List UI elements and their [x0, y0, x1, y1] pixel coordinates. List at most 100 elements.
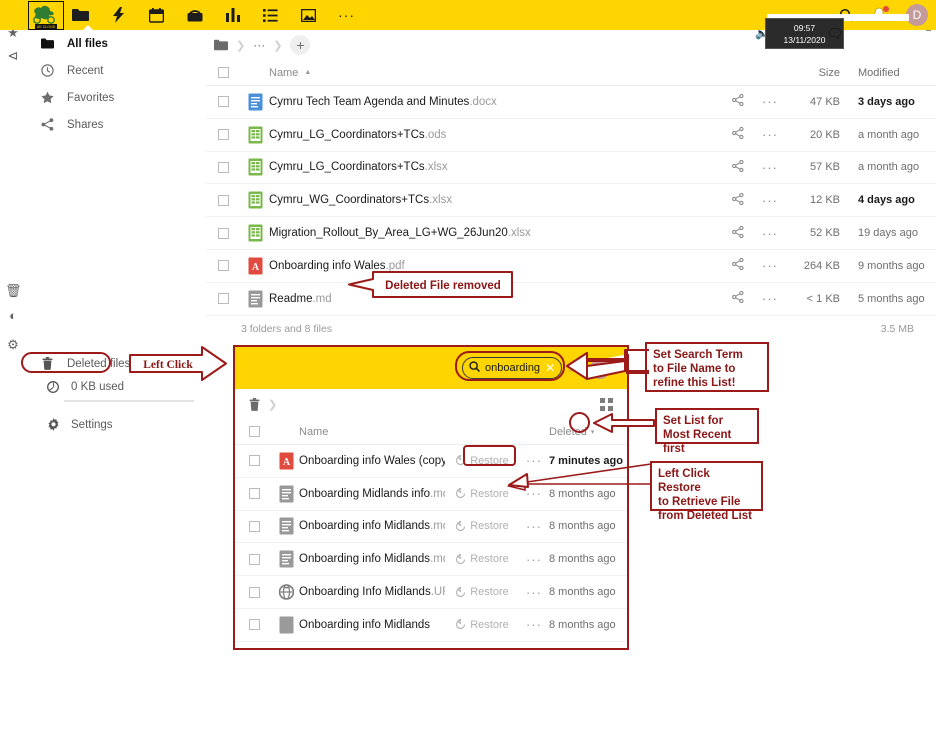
- home-icon[interactable]: [214, 39, 228, 51]
- folder-file-count: 3 folders and 8 files: [241, 322, 333, 335]
- sidebar-item-shares[interactable]: Shares: [26, 111, 206, 138]
- row-actions-icon[interactable]: ···: [754, 127, 786, 142]
- table-row[interactable]: Cymru_LG_Coordinators+TCs .ods ··· 20 KB a m…: [206, 119, 936, 152]
- file-name[interactable]: Cymru Tech Team Agenda and Minutes .docx: [269, 96, 722, 108]
- table-row[interactable]: A Onboarding info Wales .pdf ··· 264 KB 9 mon…: [206, 250, 936, 283]
- file-type-icon: [273, 550, 299, 568]
- file-name[interactable]: Cymru_LG_Coordinators+TCs .xlsx: [269, 161, 722, 173]
- share-icon[interactable]: [722, 225, 754, 241]
- table-row[interactable]: Onboarding info Midlands.md Restore ···8 m…: [235, 543, 627, 577]
- row-actions-icon[interactable]: ···: [754, 226, 786, 241]
- star-icon: [40, 91, 54, 105]
- select-all-checkbox[interactable]: [206, 67, 241, 78]
- row-checkbox[interactable]: [206, 96, 241, 108]
- tasks-icon[interactable]: [262, 7, 279, 24]
- more-apps-icon[interactable]: ···: [338, 7, 355, 24]
- file-name[interactable]: Cymru_WG_Coordinators+TCs .xlsx: [269, 194, 722, 206]
- file-name[interactable]: Onboarding Midlands info.md: [299, 488, 445, 500]
- breadcrumb-ellipsis[interactable]: ···: [253, 38, 265, 52]
- callout-line-2: Most Recent first: [663, 429, 732, 455]
- sidebar-item-all-files[interactable]: All files: [26, 30, 206, 57]
- share-icon[interactable]: [722, 192, 754, 208]
- analytics-icon[interactable]: [224, 7, 241, 24]
- file-name[interactable]: Cymru_LG_Coordinators+TCs .ods: [269, 129, 722, 141]
- share-icon[interactable]: [722, 127, 754, 142]
- select-all-checkbox[interactable]: [235, 426, 273, 437]
- file-name[interactable]: Onboarding info Midlands.md: [299, 553, 445, 565]
- new-item-button[interactable]: +: [290, 35, 311, 55]
- notification-badge: [883, 6, 889, 12]
- avatar[interactable]: D: [906, 4, 928, 26]
- row-checkbox[interactable]: [235, 520, 273, 532]
- file-name[interactable]: Onboarding Info Midlands.URL: [299, 586, 445, 598]
- share-icon[interactable]: [722, 159, 754, 175]
- brand-logo[interactable]: UK CLOUD: [28, 1, 64, 30]
- table-row[interactable]: Cymru Tech Team Agenda and Minutes .docx ·…: [206, 86, 936, 119]
- restore-button[interactable]: Restore: [445, 619, 519, 631]
- file-type-icon: [241, 93, 269, 111]
- row-actions-icon[interactable]: ···: [519, 552, 549, 567]
- table-row[interactable]: Onboarding info Midlands Restore ··· 8 mont…: [235, 609, 627, 642]
- sidebar-item-settings[interactable]: Settings: [26, 411, 206, 438]
- highlight-sort-toggle: [569, 412, 590, 433]
- restore-button[interactable]: Restore: [445, 520, 519, 532]
- file-size: < 1 KB: [806, 292, 840, 305]
- row-checkbox[interactable]: [206, 227, 241, 239]
- photos-icon[interactable]: [300, 7, 317, 24]
- row-checkbox[interactable]: [206, 161, 241, 173]
- row-actions-icon[interactable]: ···: [519, 585, 549, 600]
- file-name[interactable]: Onboarding info Wales (copy).pdf: [299, 455, 445, 467]
- row-actions-icon[interactable]: ···: [754, 193, 786, 208]
- row-checkbox[interactable]: [206, 293, 241, 305]
- restore-label: Restore: [470, 553, 509, 566]
- column-header-name[interactable]: Name: [273, 426, 445, 438]
- table-row[interactable]: Readme .md ··· < 1 KB 5 months ago: [206, 283, 936, 316]
- file-name[interactable]: Migration_Rollout_By_Area_LG+WG_26Jun20.…: [269, 227, 722, 239]
- table-row[interactable]: Cymru_WG_Coordinators+TCs .xlsx ··· 12 KB 4 …: [206, 184, 936, 218]
- row-checkbox[interactable]: [206, 194, 241, 206]
- row-checkbox[interactable]: [206, 129, 241, 141]
- table-row[interactable]: Onboarding Info Midlands.URL Restore ···8 …: [235, 576, 627, 609]
- app-switcher: ···: [72, 0, 355, 30]
- column-header-modified[interactable]: Modified: [848, 67, 936, 79]
- file-type-icon: [273, 485, 299, 503]
- activity-icon[interactable]: [110, 7, 127, 24]
- row-actions-icon[interactable]: ···: [754, 258, 786, 273]
- table-row[interactable]: Migration_Rollout_By_Area_LG+WG_26Jun20.…: [206, 217, 936, 250]
- row-checkbox[interactable]: [235, 586, 273, 598]
- file-extension: .xlsx: [429, 194, 453, 207]
- file-modified: a month ago: [858, 128, 920, 141]
- column-header-name[interactable]: Name ▲: [241, 67, 722, 79]
- row-actions-icon[interactable]: ···: [754, 94, 786, 109]
- sidebar-item-recent[interactable]: Recent: [26, 57, 206, 84]
- row-checkbox[interactable]: [235, 553, 273, 565]
- share-icon[interactable]: [722, 291, 754, 306]
- calendar-icon[interactable]: [148, 7, 165, 24]
- row-actions-icon[interactable]: ···: [519, 519, 549, 534]
- row-checkbox[interactable]: [235, 619, 273, 631]
- column-header-size[interactable]: Size: [786, 67, 848, 79]
- file-size: 47 KB: [810, 95, 840, 108]
- restore-button[interactable]: Restore: [445, 553, 519, 565]
- row-actions-icon[interactable]: ···: [754, 160, 786, 175]
- row-checkbox[interactable]: [235, 455, 273, 467]
- trash-icon[interactable]: [249, 397, 260, 411]
- row-checkbox[interactable]: [235, 488, 273, 500]
- table-row[interactable]: Onboarding info Midlands.md Restore ···8 m…: [235, 511, 627, 544]
- row-actions-icon[interactable]: ···: [519, 617, 549, 632]
- restore-button[interactable]: Restore: [445, 586, 519, 598]
- files-icon[interactable]: [72, 7, 89, 24]
- share-icon[interactable]: [722, 94, 754, 109]
- row-checkbox[interactable]: [206, 260, 241, 272]
- file-name[interactable]: Onboarding info Midlands: [299, 619, 445, 631]
- file-name[interactable]: Onboarding info Midlands.md: [299, 520, 445, 532]
- grid-view-icon[interactable]: [600, 398, 613, 411]
- ghost-share-icon: ⊲: [7, 48, 19, 63]
- notification-center-icon[interactable]: 🗨: [827, 26, 844, 42]
- row-actions-icon[interactable]: ···: [754, 291, 786, 306]
- share-icon[interactable]: [722, 258, 754, 273]
- mail-icon[interactable]: [186, 7, 203, 24]
- table-row[interactable]: Cymru_LG_Coordinators+TCs .xlsx ··· 57 KB a …: [206, 152, 936, 185]
- sidebar-item-favorites[interactable]: Favorites: [26, 84, 206, 111]
- quota-label: 0 KB used: [71, 381, 125, 393]
